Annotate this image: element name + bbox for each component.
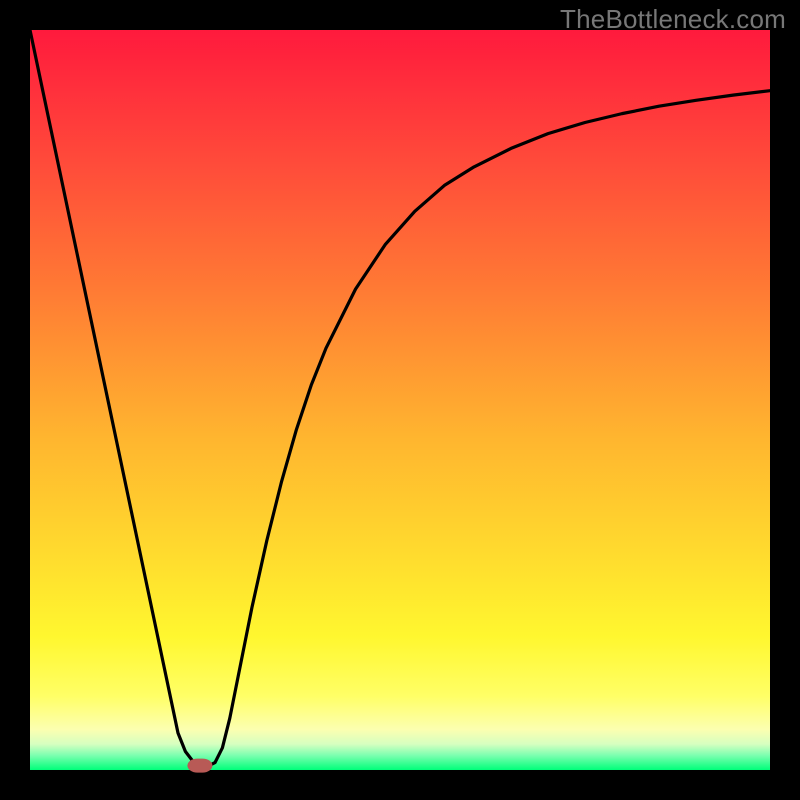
curve-layer (30, 30, 770, 770)
chart-container: TheBottleneck.com (0, 0, 800, 800)
plot-area (30, 30, 770, 770)
watermark-text: TheBottleneck.com (560, 4, 786, 35)
optimal-marker (188, 758, 213, 773)
bottleneck-curve (30, 30, 770, 766)
